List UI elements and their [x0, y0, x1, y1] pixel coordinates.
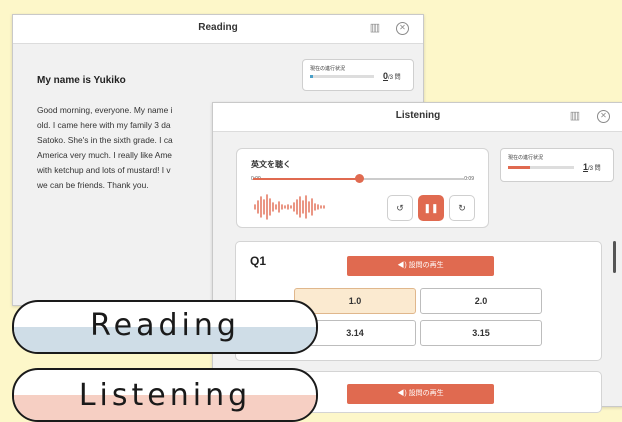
forward-5-button[interactable]: ↻: [449, 195, 475, 221]
reading-window-title: Reading: [198, 22, 238, 33]
reading-progress: 現在の進行状況 0/3 問: [302, 59, 414, 91]
reading-label-pill: Reading: [12, 300, 318, 354]
rewind-5-button[interactable]: ↺: [387, 195, 413, 221]
audio-heading: 英文を聴く: [251, 160, 291, 169]
scrollbar[interactable]: [613, 241, 616, 273]
progress-bar: [508, 166, 574, 169]
seek-fill: [253, 178, 359, 180]
question-number: Q1: [250, 254, 267, 268]
seek-handle[interactable]: [355, 174, 364, 183]
play-question-button[interactable]: ◀) 設問の再生: [347, 256, 494, 276]
passage-title: My name is Yukiko: [37, 75, 126, 86]
time-total: 0:09: [464, 176, 474, 182]
pause-button[interactable]: ❚❚: [418, 195, 444, 221]
close-icon[interactable]: ✕: [396, 22, 409, 35]
progress-label: 現在の進行状況: [508, 155, 544, 161]
progress-label: 現在の進行状況: [310, 66, 346, 72]
reading-titlebar: Reading ▥ ✕: [13, 15, 423, 44]
answer-option[interactable]: 3.15: [420, 320, 542, 346]
progress-fill: [508, 166, 530, 169]
audio-player: 英文を聴く 0:09 0:09 ↺ ❚❚ ↻: [236, 148, 489, 228]
seek-bar[interactable]: [253, 174, 465, 183]
listening-label-pill: Listening: [12, 368, 318, 422]
reading-label: Reading: [90, 308, 240, 343]
play-question-button[interactable]: ◀) 設問の再生: [347, 384, 494, 404]
close-icon[interactable]: ✕: [597, 110, 610, 123]
listening-window: Listening ▥ ✕ 現在の進行状況 1/3 問 英文を聴く 0:09 0…: [212, 102, 622, 413]
progress-count: 0/3 問: [383, 71, 401, 81]
progress-bar: [310, 75, 374, 78]
listening-window-title: Listening: [395, 110, 441, 121]
listening-titlebar: Listening ▥ ✕: [213, 103, 622, 132]
answer-option[interactable]: 2.0: [420, 288, 542, 314]
book-icon[interactable]: ▥: [568, 109, 582, 123]
waveform-icon: [254, 194, 325, 220]
progress-fill: [310, 75, 313, 78]
listening-label: Listening: [78, 378, 252, 413]
listening-progress: 現在の進行状況 1/3 問: [500, 148, 614, 182]
progress-count: 1/3 問: [583, 162, 601, 172]
book-icon[interactable]: ▥: [368, 21, 382, 35]
